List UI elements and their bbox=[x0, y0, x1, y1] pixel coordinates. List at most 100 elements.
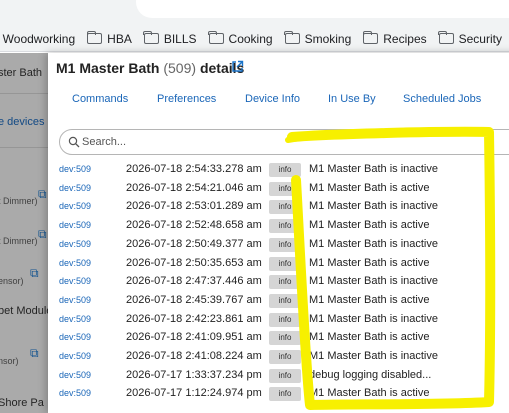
device-link[interactable]: dev:509 bbox=[59, 370, 91, 380]
bookmark-item[interactable]: A Woodworking bbox=[0, 32, 75, 46]
log-message: M1 Master Bath is active bbox=[309, 256, 430, 269]
log-message: M1 Master Bath is active bbox=[309, 293, 430, 306]
log-row: dev:509 2026-07-18 2:45:39.767 am info M1 M… bbox=[48, 292, 509, 310]
device-link[interactable]: dev:509 bbox=[59, 164, 91, 174]
log-level-badge: info bbox=[269, 200, 301, 215]
log-level-badge: info bbox=[269, 368, 301, 383]
log-timestamp: 2026-07-18 2:50:49.377 am bbox=[126, 237, 262, 250]
device-name: M1 Master Bath bbox=[56, 60, 160, 76]
tab-device-info[interactable]: Device Info bbox=[245, 93, 300, 105]
log-level-badge: info bbox=[269, 312, 301, 327]
log-row: dev:509 2026-07-18 2:47:37.446 am info M1 M… bbox=[48, 273, 509, 291]
log-message: M1 Master Bath is inactive bbox=[309, 163, 438, 175]
log-timestamp: 2026-07-18 2:52:48.658 am bbox=[126, 219, 262, 232]
bookmark-item[interactable]: Recipes bbox=[362, 30, 427, 46]
log-row: dev:509 2026-07-18 2:50:35.653 am info M1 M… bbox=[48, 255, 509, 273]
bookmark-label: Cooking bbox=[228, 31, 273, 46]
log-row: dev:509 2026-07-17 1:33:37.234 pm info debu… bbox=[48, 367, 509, 385]
bookmarks-bar: A Woodworking HBA BILLS Cooking Smoking Recip… bbox=[0, 26, 509, 52]
log-level-badge: info bbox=[269, 293, 301, 308]
log-timestamp: 2026-07-18 2:50:35.653 am bbox=[126, 256, 262, 269]
log-message: debug logging disabled... bbox=[309, 368, 432, 381]
folder-icon bbox=[208, 30, 224, 44]
log-message: M1 Master Bath is active bbox=[309, 387, 430, 400]
log-message: M1 Master Bath is active bbox=[309, 181, 430, 194]
log-timestamp: 2026-07-18 2:47:37.446 am bbox=[126, 275, 262, 288]
bookmark-label: Recipes bbox=[383, 31, 427, 46]
log-message: M1 Master Bath is inactive bbox=[309, 237, 438, 250]
log-row: dev:509 2026-07-18 2:52:48.658 am info M1 M… bbox=[48, 217, 509, 235]
log-level-badge: info bbox=[269, 256, 301, 271]
log-level-badge: info bbox=[269, 275, 301, 290]
tab-preferences[interactable]: Preferences bbox=[157, 93, 216, 105]
tab-scheduled-jobs[interactable]: Scheduled Jobs bbox=[403, 93, 481, 105]
log-row: dev:509 2026-07-18 2:41:08.224 am info M1 M… bbox=[48, 348, 509, 366]
log-timestamp: 2026-07-18 2:54:21.046 am bbox=[126, 181, 262, 194]
device-id-count: (509) bbox=[163, 60, 197, 76]
folder-icon bbox=[284, 30, 300, 44]
device-link[interactable]: dev:509 bbox=[59, 183, 91, 193]
log-message: M1 Master Bath is inactive bbox=[309, 350, 438, 362]
log-row: dev:509 2026-07-18 2:54:21.046 am info M1 M… bbox=[48, 180, 509, 198]
log-timestamp: 2026-07-18 2:42:23.861 am bbox=[126, 312, 262, 325]
log-timestamp: 2026-07-18 2:53:01.289 am bbox=[126, 200, 262, 213]
log-level-badge: info bbox=[269, 331, 301, 346]
bookmark-label: A Woodworking bbox=[0, 31, 76, 46]
device-link[interactable]: dev:509 bbox=[59, 258, 91, 268]
log-timestamp: 2026-07-17 1:33:37.234 pm bbox=[126, 368, 262, 381]
open-in-new-icon[interactable] bbox=[231, 60, 244, 73]
device-details-dialog: M1 Master Bath (509) details Commands Pr… bbox=[48, 53, 509, 413]
log-row: dev:509 2026-07-17 1:12:24.974 pm info M1 M… bbox=[48, 385, 509, 403]
log-row: dev:509 2026-07-18 2:42:23.861 am info M1 M… bbox=[48, 311, 509, 329]
log-timestamp: 2026-07-18 2:54:33.278 am bbox=[126, 163, 262, 175]
device-link[interactable]: dev:509 bbox=[59, 314, 91, 324]
log-timestamp: 2026-07-18 2:45:39.767 am bbox=[126, 293, 262, 306]
bookmark-label: Smoking bbox=[304, 31, 352, 46]
bookmark-item[interactable]: BILLS bbox=[143, 30, 197, 46]
folder-icon bbox=[143, 30, 159, 44]
log-message: M1 Master Bath is inactive bbox=[309, 312, 438, 325]
log-level-badge: info bbox=[269, 387, 301, 402]
log-level-badge: info bbox=[269, 219, 301, 234]
bookmark-item[interactable]: Cooking bbox=[208, 30, 273, 46]
bookmark-label: BILLS bbox=[163, 31, 197, 46]
device-link[interactable]: dev:509 bbox=[59, 220, 91, 230]
folder-icon bbox=[438, 30, 454, 44]
device-link[interactable]: dev:509 bbox=[59, 295, 91, 305]
log-message: M1 Master Bath is active bbox=[309, 331, 430, 344]
log-row: dev:509 2026-07-18 2:41:09.951 am info M1 M… bbox=[48, 329, 509, 347]
log-message: M1 Master Bath is inactive bbox=[309, 275, 438, 288]
log-timestamp: 2026-07-18 2:41:08.224 am bbox=[126, 350, 262, 362]
log-timestamp: 2026-07-17 1:12:24.974 pm bbox=[126, 387, 262, 400]
bookmark-label: HBA bbox=[107, 31, 132, 46]
log-row: dev:509 2026-07-18 2:50:49.377 am info M1 M… bbox=[48, 236, 509, 254]
bookmark-item[interactable]: Smoking bbox=[284, 30, 352, 46]
log-level-badge: info bbox=[269, 350, 301, 364]
folder-icon bbox=[362, 30, 379, 44]
log-timestamp: 2026-07-18 2:41:09.951 am bbox=[126, 331, 262, 344]
tab-commands[interactable]: Commands bbox=[72, 93, 128, 105]
search-field[interactable] bbox=[59, 129, 509, 155]
modal-backdrop[interactable] bbox=[0, 53, 48, 413]
device-link[interactable]: dev:509 bbox=[59, 351, 91, 361]
device-link[interactable]: dev:509 bbox=[59, 276, 91, 286]
bookmark-item[interactable]: HBA bbox=[86, 30, 132, 46]
bookmark-label: Security bbox=[458, 31, 502, 46]
log-level-badge: info bbox=[269, 163, 301, 177]
folder-icon bbox=[86, 30, 103, 44]
device-link[interactable]: dev:509 bbox=[59, 388, 91, 398]
search-input[interactable] bbox=[82, 134, 482, 150]
log-level-badge: info bbox=[269, 181, 301, 196]
device-link[interactable]: dev:509 bbox=[59, 332, 91, 342]
address-bar[interactable]: ◐ ⚲ bbox=[136, 0, 509, 18]
log-message: M1 Master Bath is inactive bbox=[309, 200, 438, 213]
tab-in-use-by[interactable]: In Use By bbox=[328, 93, 376, 105]
search-icon bbox=[68, 136, 80, 148]
log-message: M1 Master Bath is active bbox=[309, 219, 430, 232]
log-row: dev:509 2026-07-18 2:53:01.289 am info M1 M… bbox=[48, 198, 509, 216]
browser-toolbar: ◐ ⚲ bbox=[0, 0, 509, 26]
bookmark-item[interactable]: Security bbox=[438, 30, 502, 46]
log-row: dev:509 2026-07-18 2:54:33.278 am info M1 M… bbox=[48, 161, 509, 179]
device-link[interactable]: dev:509 bbox=[59, 239, 91, 249]
device-link[interactable]: dev:509 bbox=[59, 201, 91, 211]
